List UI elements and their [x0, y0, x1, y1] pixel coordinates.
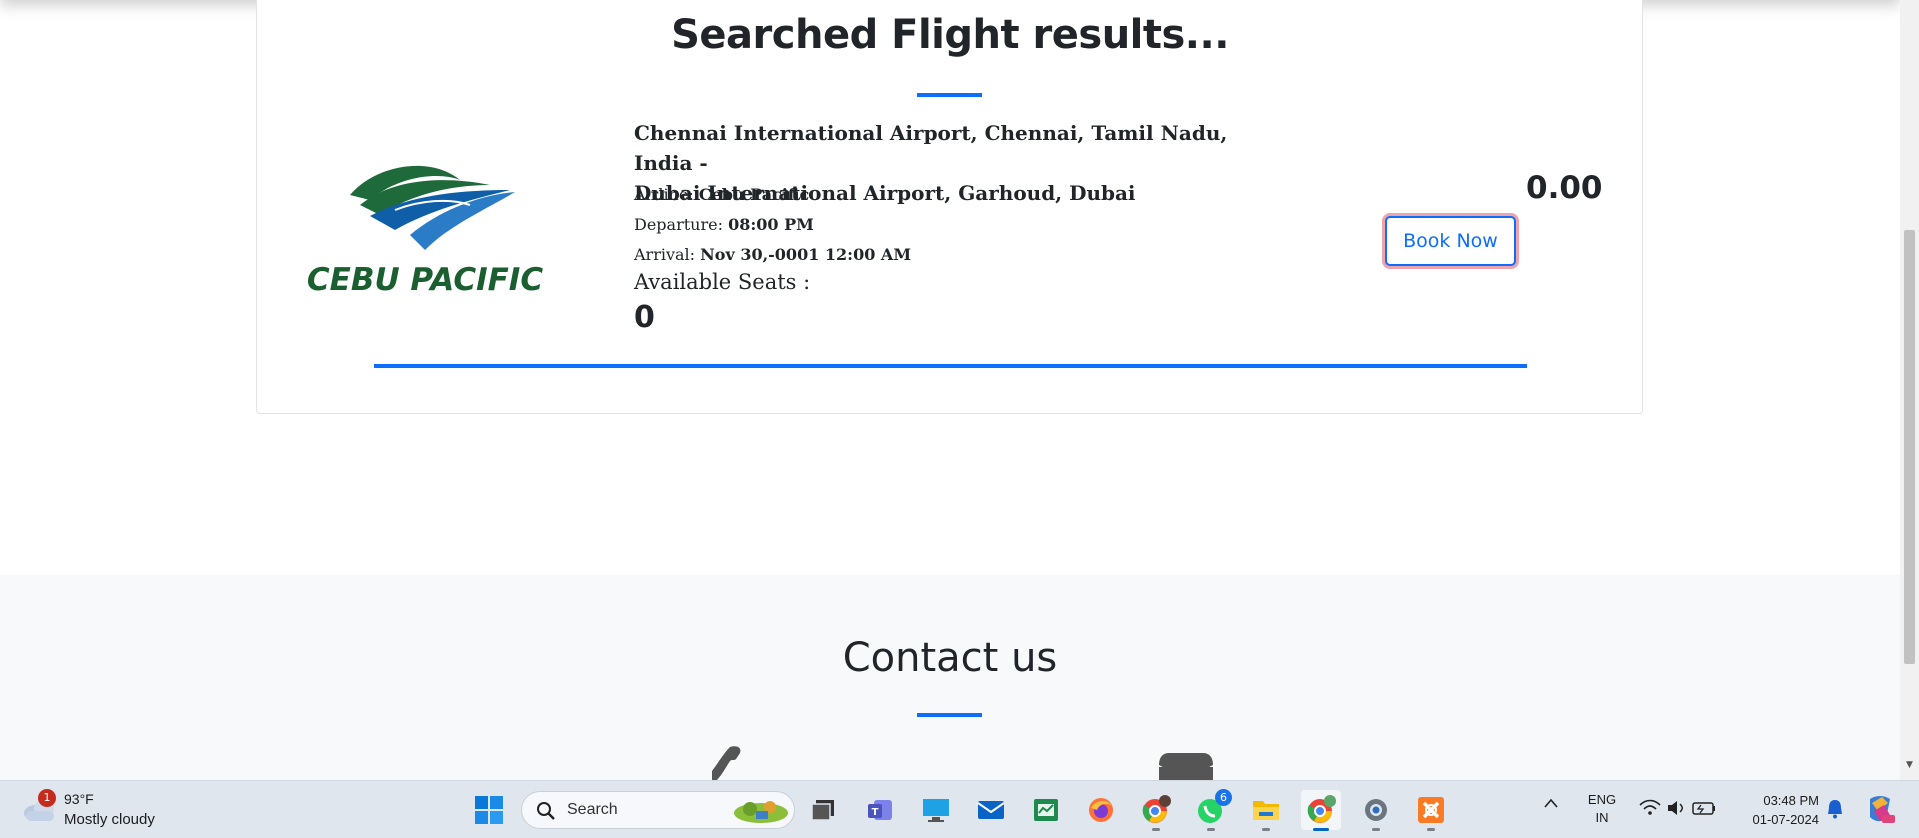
teams-icon[interactable]: T	[861, 790, 901, 830]
windows-start-icon[interactable]	[469, 790, 509, 830]
xampp-icon[interactable]	[1411, 790, 1451, 831]
whatsapp-badge: 6	[1215, 789, 1232, 806]
title-underline	[917, 93, 982, 97]
arrival-label: Arrival:	[634, 245, 696, 264]
departure-detail: Departure: 08:00 PM	[634, 215, 814, 234]
language-code: ENG	[1587, 792, 1617, 807]
search-highlight-icon	[734, 801, 788, 823]
app-active-indicator	[1313, 828, 1329, 831]
route-line-1: Chennai International Airport, Chennai, …	[634, 121, 1228, 175]
phone-icon	[712, 746, 741, 780]
taskbar-search[interactable]: Search	[521, 791, 795, 829]
book-now-button[interactable]: Book Now	[1385, 216, 1516, 266]
whatsapp-icon[interactable]: 6	[1191, 789, 1232, 831]
mail-icon	[1159, 753, 1213, 780]
system-tray-icons[interactable]	[1638, 797, 1718, 819]
departure-value: 08:00 PM	[728, 215, 814, 234]
browser-viewport: Searched Flight results... CEBU PACIFIC …	[0, 0, 1919, 780]
arrival-value: Nov 30,-0001 12:00 AM	[700, 245, 912, 264]
arrival-detail: Arrival: Nov 30,-0001 12:00 AM	[634, 245, 911, 264]
airline-label: Airline:	[634, 185, 694, 204]
contact-title: Contact us	[842, 635, 1058, 681]
weather-temperature: 93°F	[64, 791, 94, 807]
chrome-profile-icon[interactable]	[1136, 790, 1176, 831]
weather-widget[interactable]: 1 93°F Mostly cloudy	[20, 789, 170, 831]
taskbar-clock[interactable]: 03:48 PM 01-07-2024	[1733, 791, 1820, 829]
contact-section: Contact us	[0, 575, 1900, 780]
battery-icon	[1692, 802, 1715, 815]
copilot-icon[interactable]	[1864, 793, 1896, 825]
volume-icon	[1668, 801, 1683, 815]
mail-app-icon[interactable]	[971, 790, 1011, 830]
remote-desktop-icon[interactable]	[916, 790, 956, 830]
flight-price: 0.00	[1526, 170, 1603, 206]
clock-time: 03:48 PM	[1763, 793, 1819, 808]
app-running-indicator	[1152, 828, 1160, 831]
scroll-down-arrow-icon[interactable]: ▼	[1904, 760, 1915, 772]
contact-underline	[917, 713, 982, 717]
windows-taskbar: 1 93°F Mostly cloudy Search T 6 ENG IN 0…	[0, 780, 1919, 838]
sheets-app-icon[interactable]	[1026, 790, 1066, 830]
search-icon	[537, 802, 555, 820]
file-explorer-icon[interactable]	[1246, 790, 1286, 831]
seats-label: Available Seats :	[634, 270, 811, 294]
app-running-indicator	[1262, 828, 1270, 831]
page-scrollbar[interactable]: ▼	[1900, 0, 1919, 780]
weather-description: Mostly cloudy	[64, 811, 155, 828]
result-divider	[374, 364, 1527, 368]
airline-value: Cebu Pacific	[698, 185, 810, 204]
app-running-indicator	[1372, 828, 1380, 831]
chrome-active-icon[interactable]	[1301, 790, 1341, 831]
svg-text:CEBU PACIFIC: CEBU PACIFIC	[307, 262, 543, 298]
chevron-up-icon[interactable]	[1543, 797, 1559, 809]
app-running-indicator	[1427, 828, 1435, 831]
notification-bell-icon[interactable]	[1826, 799, 1844, 819]
app-running-indicator	[1207, 828, 1215, 831]
settings-icon[interactable]	[1356, 790, 1396, 831]
svg-text:T: T	[872, 807, 879, 818]
weather-badge: 1	[38, 789, 56, 807]
clock-date: 01-07-2024	[1752, 812, 1820, 827]
seats-value: 0	[634, 300, 655, 335]
wifi-icon	[1639, 799, 1661, 815]
firefox-icon[interactable]	[1081, 790, 1121, 830]
language-region: IN	[1595, 810, 1609, 825]
results-title: Searched Flight results...	[671, 12, 1229, 58]
departure-label: Departure:	[634, 215, 723, 234]
scrollbar-thumb[interactable]	[1904, 230, 1915, 664]
search-placeholder: Search	[567, 801, 618, 818]
language-indicator[interactable]: ENG IN	[1585, 791, 1619, 827]
task-view-icon[interactable]	[803, 790, 843, 830]
airline-detail: Airline: Cebu Pacific	[634, 185, 809, 204]
cebu-pacific-logo: CEBU PACIFIC	[307, 165, 543, 298]
